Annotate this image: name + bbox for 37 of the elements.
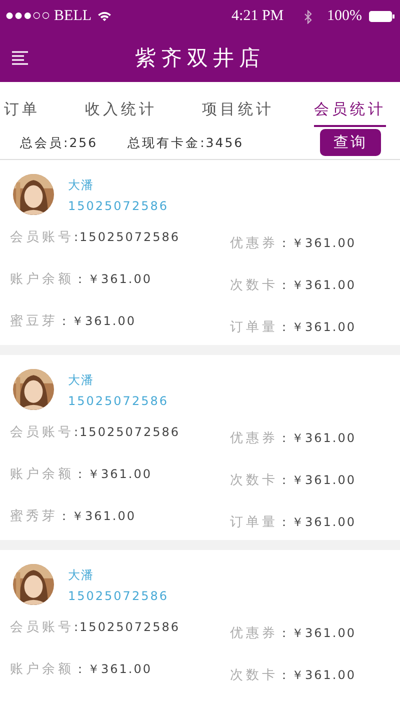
field-text: 订单量：￥361.00 xyxy=(230,318,357,337)
field-text: 订单量：￥361.00 xyxy=(230,514,357,532)
battery-label: 100% xyxy=(327,8,362,25)
member-name: 大潘 xyxy=(68,177,95,194)
member-name: 大潘 xyxy=(68,372,95,389)
query-button[interactable]: 查询 xyxy=(320,128,381,156)
field-text: 次数卡：￥361.00 xyxy=(230,472,357,490)
page-title: 紫齐双井店 xyxy=(135,44,265,72)
member-phone: 15025072586 xyxy=(68,394,168,408)
field-text: 账户余额：￥361.00 xyxy=(10,466,153,484)
field-text: 账户余额：￥361.00 xyxy=(10,270,153,289)
bluetooth-icon xyxy=(304,10,312,24)
field-text: 优惠券：￥361.00 xyxy=(230,624,357,643)
menu-icon[interactable] xyxy=(12,51,28,65)
field-text: 会员账号:15025072586 xyxy=(10,424,182,442)
field-text: 会员账号:15025072586 xyxy=(10,229,182,247)
field-text: 蜜秀芽：￥361.00 xyxy=(10,508,137,526)
clock-label: 4:21 PM xyxy=(232,8,284,25)
tab[interactable]: 项目统计 xyxy=(202,94,274,127)
tab[interactable]: 会员统计 xyxy=(314,94,386,127)
field-text: 账户余额：￥361.00 xyxy=(10,660,153,679)
tab[interactable]: 收入统计 xyxy=(85,94,157,127)
battery-icon xyxy=(369,11,395,22)
field-text: 会员账号:15025072586 xyxy=(10,619,182,637)
member-phone: 15025072586 xyxy=(68,199,168,213)
member-phone: 15025072586 xyxy=(68,589,168,603)
member-count: 总会员:256 xyxy=(20,134,98,152)
wifi-icon xyxy=(96,11,112,22)
field-text: 蜜豆芽：￥361.00 xyxy=(10,312,137,331)
field-text: 次数卡：￥361.00 xyxy=(230,666,357,685)
member-name: 大潘 xyxy=(68,567,95,584)
field-text: 优惠券：￥361.00 xyxy=(230,430,357,448)
field-text: 次数卡：￥361.00 xyxy=(230,276,357,295)
tab[interactable]: 订单 xyxy=(4,94,40,127)
card-balance-total: 总现有卡金:3456 xyxy=(128,134,244,152)
field-text: 优惠券：￥361.00 xyxy=(230,234,357,253)
carrier-label: ●●●○○ BELL xyxy=(5,8,92,25)
